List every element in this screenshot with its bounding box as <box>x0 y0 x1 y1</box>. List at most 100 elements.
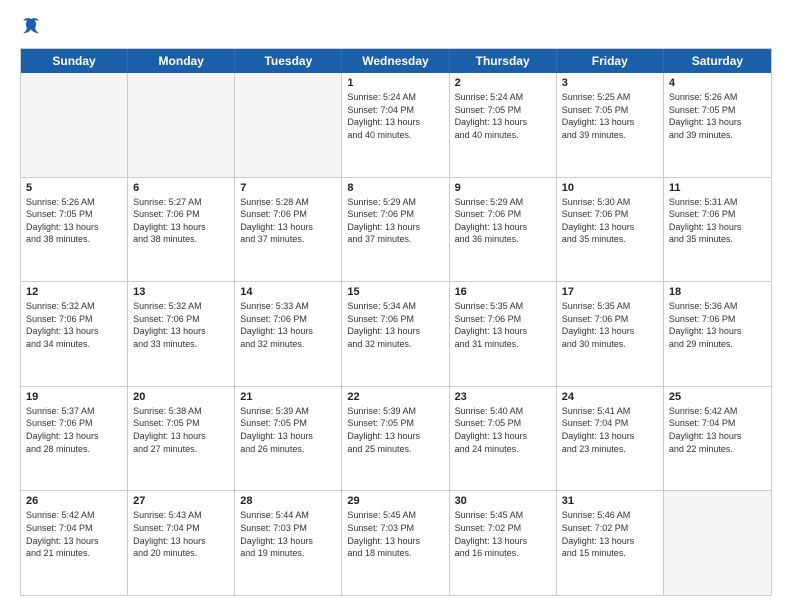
calendar-day-7: 7 Sunrise: 5:28 AM Sunset: 7:06 PM Daylig… <box>235 178 342 282</box>
day-info: Sunrise: 5:41 AM Sunset: 7:04 PM Dayligh… <box>562 405 658 455</box>
day-info: Sunrise: 5:44 AM Sunset: 7:03 PM Dayligh… <box>240 509 336 559</box>
day-number: 7 <box>240 182 336 194</box>
calendar-day-21: 21 Sunrise: 5:39 AM Sunset: 7:05 PM Dayli… <box>235 387 342 491</box>
day-number: 16 <box>455 286 551 298</box>
day-info: Sunrise: 5:25 AM Sunset: 7:05 PM Dayligh… <box>562 91 658 141</box>
day-info: Sunrise: 5:26 AM Sunset: 7:05 PM Dayligh… <box>26 196 122 246</box>
calendar-day-8: 8Sunrise: 5:29 AM Sunset: 7:06 PM Daylig… <box>342 178 449 282</box>
calendar-day-27: 27 Sunrise: 5:43 AM Sunset: 7:04 PM Dayli… <box>128 491 235 595</box>
day-number: 5 <box>26 182 122 194</box>
header-day-saturday: Saturday <box>664 49 771 73</box>
day-info: Sunrise: 5:46 AM Sunset: 7:02 PM Dayligh… <box>562 509 658 559</box>
header-day-sunday: Sunday <box>21 49 128 73</box>
day-number: 11 <box>669 182 766 194</box>
calendar-day-12: 12 Sunrise: 5:32 AM Sunset: 7:06 PM Dayli… <box>21 282 128 386</box>
calendar-day-28: 28 Sunrise: 5:44 AM Sunset: 7:03 PM Dayli… <box>235 491 342 595</box>
day-info: Sunrise: 5:29 AM Sunset: 7:06 PM Dayligh… <box>347 196 443 246</box>
day-number: 23 <box>455 391 551 403</box>
day-info: Sunrise: 5:33 AM Sunset: 7:06 PM Dayligh… <box>240 300 336 350</box>
day-info: Sunrise: 5:37 AM Sunset: 7:06 PM Dayligh… <box>26 405 122 455</box>
calendar-row-4: 19Sunrise: 5:37 AM Sunset: 7:06 PM Dayli… <box>21 386 771 491</box>
header-day-wednesday: Wednesday <box>342 49 449 73</box>
calendar-day-16: 16 Sunrise: 5:35 AM Sunset: 7:06 PM Dayli… <box>450 282 557 386</box>
day-number: 20 <box>133 391 229 403</box>
day-number: 21 <box>240 391 336 403</box>
calendar-day-17: 17Sunrise: 5:35 AM Sunset: 7:06 PM Dayli… <box>557 282 664 386</box>
day-info: Sunrise: 5:36 AM Sunset: 7:06 PM Dayligh… <box>669 300 766 350</box>
day-number: 15 <box>347 286 443 298</box>
calendar-day-6: 6 Sunrise: 5:27 AM Sunset: 7:06 PM Daylig… <box>128 178 235 282</box>
calendar-row-2: 5 Sunrise: 5:26 AM Sunset: 7:05 PM Daylig… <box>21 177 771 282</box>
day-number: 27 <box>133 495 229 507</box>
logo-bird-icon <box>20 16 42 38</box>
day-number: 18 <box>669 286 766 298</box>
calendar-day-9: 9Sunrise: 5:29 AM Sunset: 7:06 PM Daylig… <box>450 178 557 282</box>
day-info: Sunrise: 5:24 AM Sunset: 7:04 PM Dayligh… <box>347 91 443 141</box>
day-info: Sunrise: 5:39 AM Sunset: 7:05 PM Dayligh… <box>240 405 336 455</box>
calendar-day-empty <box>235 73 342 177</box>
header <box>20 16 772 38</box>
calendar: SundayMondayTuesdayWednesdayThursdayFrid… <box>20 48 772 596</box>
calendar-body: 1 Sunrise: 5:24 AM Sunset: 7:04 PM Daylig… <box>21 73 771 595</box>
day-info: Sunrise: 5:42 AM Sunset: 7:04 PM Dayligh… <box>669 405 766 455</box>
day-info: Sunrise: 5:40 AM Sunset: 7:05 PM Dayligh… <box>455 405 551 455</box>
day-number: 30 <box>455 495 551 507</box>
day-info: Sunrise: 5:43 AM Sunset: 7:04 PM Dayligh… <box>133 509 229 559</box>
day-info: Sunrise: 5:42 AM Sunset: 7:04 PM Dayligh… <box>26 509 122 559</box>
day-number: 12 <box>26 286 122 298</box>
day-number: 1 <box>347 77 443 89</box>
calendar-day-19: 19Sunrise: 5:37 AM Sunset: 7:06 PM Dayli… <box>21 387 128 491</box>
header-day-monday: Monday <box>128 49 235 73</box>
day-number: 25 <box>669 391 766 403</box>
day-number: 6 <box>133 182 229 194</box>
calendar-day-22: 22 Sunrise: 5:39 AM Sunset: 7:05 PM Dayli… <box>342 387 449 491</box>
calendar-day-5: 5 Sunrise: 5:26 AM Sunset: 7:05 PM Daylig… <box>21 178 128 282</box>
page: SundayMondayTuesdayWednesdayThursdayFrid… <box>0 0 792 612</box>
calendar-day-1: 1 Sunrise: 5:24 AM Sunset: 7:04 PM Daylig… <box>342 73 449 177</box>
day-number: 26 <box>26 495 122 507</box>
logo <box>20 16 46 38</box>
day-number: 14 <box>240 286 336 298</box>
day-number: 29 <box>347 495 443 507</box>
calendar-day-29: 29 Sunrise: 5:45 AM Sunset: 7:03 PM Dayli… <box>342 491 449 595</box>
calendar-day-30: 30 Sunrise: 5:45 AM Sunset: 7:02 PM Dayli… <box>450 491 557 595</box>
day-info: Sunrise: 5:35 AM Sunset: 7:06 PM Dayligh… <box>455 300 551 350</box>
calendar-day-24: 24 Sunrise: 5:41 AM Sunset: 7:04 PM Dayli… <box>557 387 664 491</box>
day-info: Sunrise: 5:27 AM Sunset: 7:06 PM Dayligh… <box>133 196 229 246</box>
day-info: Sunrise: 5:30 AM Sunset: 7:06 PM Dayligh… <box>562 196 658 246</box>
calendar-day-25: 25 Sunrise: 5:42 AM Sunset: 7:04 PM Dayli… <box>664 387 771 491</box>
day-info: Sunrise: 5:28 AM Sunset: 7:06 PM Dayligh… <box>240 196 336 246</box>
calendar-day-3: 3Sunrise: 5:25 AM Sunset: 7:05 PM Daylig… <box>557 73 664 177</box>
day-info: Sunrise: 5:38 AM Sunset: 7:05 PM Dayligh… <box>133 405 229 455</box>
calendar-day-11: 11 Sunrise: 5:31 AM Sunset: 7:06 PM Dayli… <box>664 178 771 282</box>
calendar-day-14: 14 Sunrise: 5:33 AM Sunset: 7:06 PM Dayli… <box>235 282 342 386</box>
calendar-day-4: 4Sunrise: 5:26 AM Sunset: 7:05 PM Daylig… <box>664 73 771 177</box>
day-number: 24 <box>562 391 658 403</box>
header-day-thursday: Thursday <box>450 49 557 73</box>
calendar-header: SundayMondayTuesdayWednesdayThursdayFrid… <box>21 49 771 73</box>
day-number: 10 <box>562 182 658 194</box>
calendar-day-2: 2Sunrise: 5:24 AM Sunset: 7:05 PM Daylig… <box>450 73 557 177</box>
day-info: Sunrise: 5:39 AM Sunset: 7:05 PM Dayligh… <box>347 405 443 455</box>
day-number: 22 <box>347 391 443 403</box>
calendar-day-13: 13Sunrise: 5:32 AM Sunset: 7:06 PM Dayli… <box>128 282 235 386</box>
day-info: Sunrise: 5:32 AM Sunset: 7:06 PM Dayligh… <box>26 300 122 350</box>
day-info: Sunrise: 5:45 AM Sunset: 7:03 PM Dayligh… <box>347 509 443 559</box>
day-info: Sunrise: 5:31 AM Sunset: 7:06 PM Dayligh… <box>669 196 766 246</box>
day-number: 28 <box>240 495 336 507</box>
calendar-day-empty <box>21 73 128 177</box>
calendar-day-15: 15 Sunrise: 5:34 AM Sunset: 7:06 PM Dayli… <box>342 282 449 386</box>
day-info: Sunrise: 5:34 AM Sunset: 7:06 PM Dayligh… <box>347 300 443 350</box>
day-number: 2 <box>455 77 551 89</box>
calendar-day-18: 18 Sunrise: 5:36 AM Sunset: 7:06 PM Dayli… <box>664 282 771 386</box>
calendar-row-3: 12 Sunrise: 5:32 AM Sunset: 7:06 PM Dayli… <box>21 281 771 386</box>
calendar-row-1: 1 Sunrise: 5:24 AM Sunset: 7:04 PM Daylig… <box>21 73 771 177</box>
calendar-day-31: 31Sunrise: 5:46 AM Sunset: 7:02 PM Dayli… <box>557 491 664 595</box>
calendar-day-empty <box>128 73 235 177</box>
day-info: Sunrise: 5:45 AM Sunset: 7:02 PM Dayligh… <box>455 509 551 559</box>
day-info: Sunrise: 5:32 AM Sunset: 7:06 PM Dayligh… <box>133 300 229 350</box>
day-number: 9 <box>455 182 551 194</box>
header-day-friday: Friday <box>557 49 664 73</box>
day-number: 17 <box>562 286 658 298</box>
calendar-day-26: 26 Sunrise: 5:42 AM Sunset: 7:04 PM Dayli… <box>21 491 128 595</box>
